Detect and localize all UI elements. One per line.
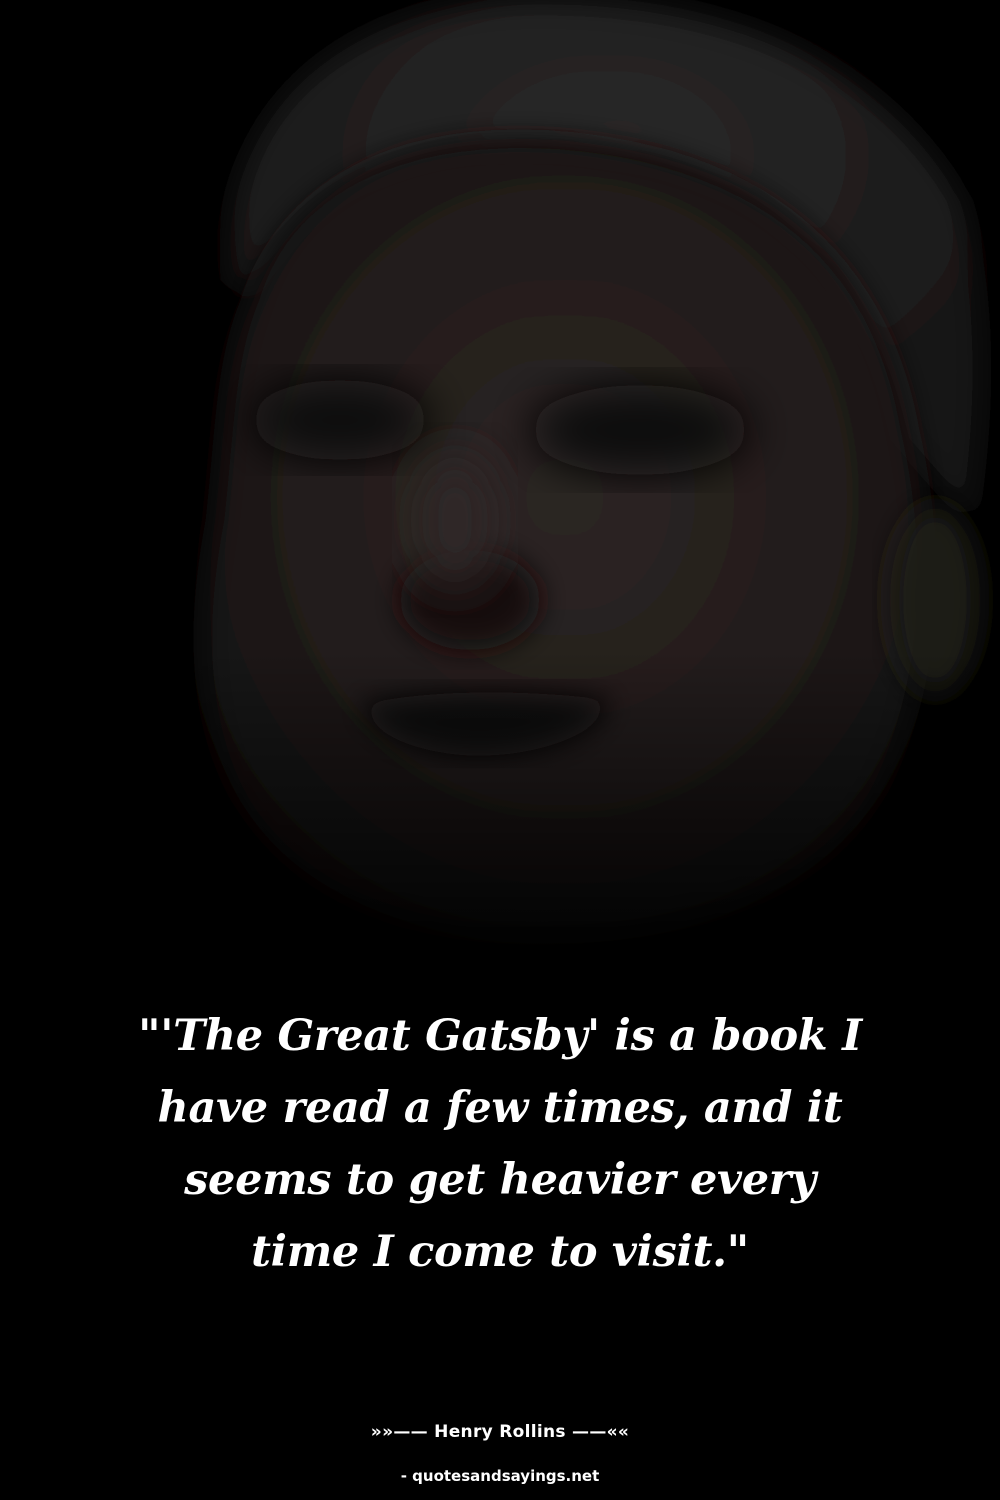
quote-text: "'The Great Gatsby' is a book I have rea… bbox=[138, 1011, 862, 1277]
author-line: »»—— Henry Rollins ——«« bbox=[370, 1422, 630, 1442]
portrait-photo bbox=[0, 0, 1000, 1000]
source-credit: - quotesandsayings.net bbox=[400, 1467, 600, 1485]
quote-card: "'The Great Gatsby' is a book I have rea… bbox=[0, 0, 1000, 1500]
